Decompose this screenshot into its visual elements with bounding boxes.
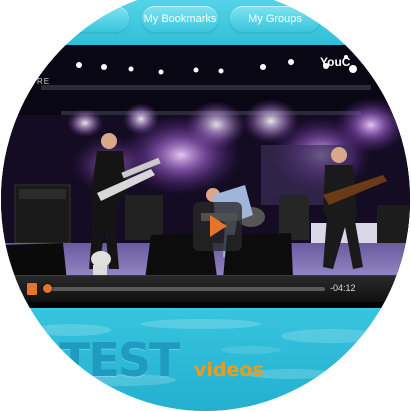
- concert-stage-image: [1, 45, 410, 308]
- video-controls-bar: -04:12: [1, 275, 410, 302]
- play-icon: [210, 215, 227, 237]
- play-button[interactable]: [193, 202, 242, 251]
- site-logo-sub: videos: [194, 359, 264, 381]
- video-side-label: RE: [37, 77, 51, 86]
- nav-item-my-bookmarks[interactable]: My Bookmarks: [142, 6, 218, 32]
- circular-lens-frame: n My Bookmarks My Groups YouC RE -04:12 …: [1, 0, 410, 411]
- nav-item-partial[interactable]: n: [49, 6, 129, 32]
- youtube-watermark: YouC: [320, 55, 351, 69]
- site-logo-main: TEST: [59, 333, 180, 387]
- progress-scrubber-handle[interactable]: [43, 284, 53, 293]
- site-banner: TEST videos: [1, 310, 410, 411]
- time-remaining: -04:12: [330, 283, 356, 293]
- settings-bulb-icon[interactable]: [1, 276, 13, 288]
- pause-icon[interactable]: [27, 283, 37, 295]
- video-player[interactable]: YouC RE -04:12: [1, 45, 410, 308]
- nav-item-my-groups[interactable]: My Groups: [230, 6, 320, 32]
- top-navigation-bar: n My Bookmarks My Groups: [1, 0, 410, 45]
- progress-track[interactable]: [45, 287, 325, 291]
